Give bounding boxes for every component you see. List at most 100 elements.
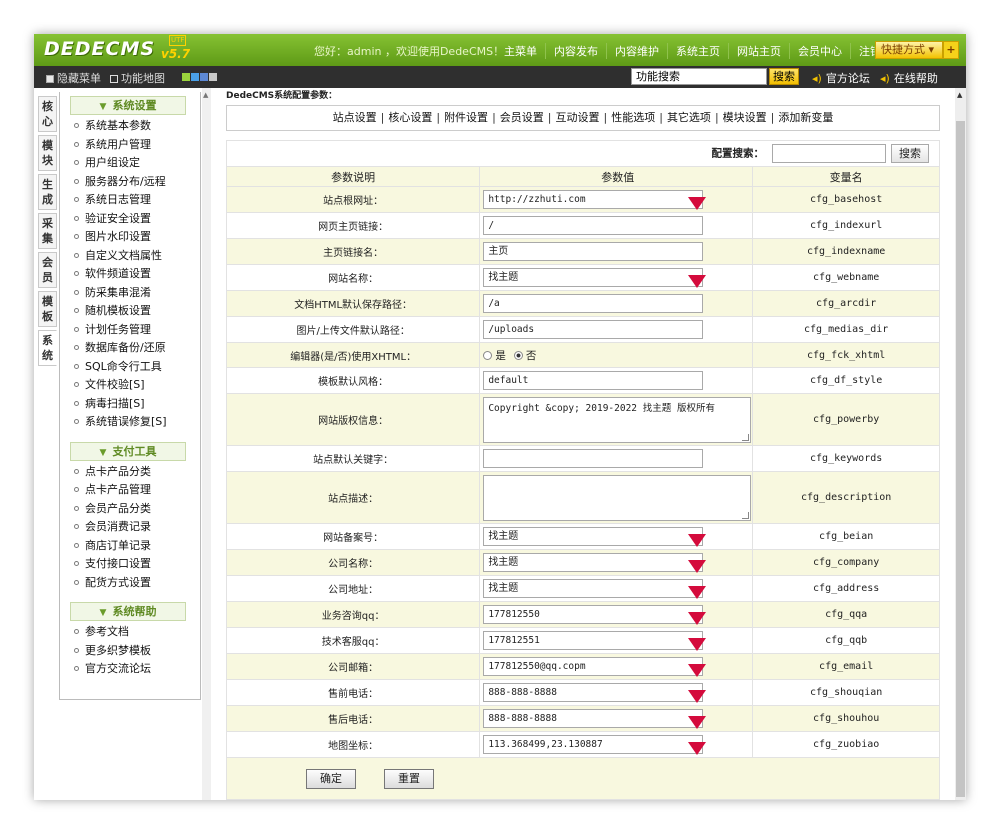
scroll-up-icon[interactable]: ▲	[957, 91, 962, 99]
config-search-button[interactable]: 搜索	[891, 144, 929, 163]
top-nav-item[interactable]: 主菜单	[496, 43, 545, 59]
param-value-cell: 888-888-8888	[479, 679, 754, 706]
menu-item[interactable]: 验证安全设置	[60, 210, 200, 229]
left-tab[interactable]: 核心	[38, 96, 57, 132]
view-icon-blue[interactable]	[191, 73, 199, 81]
left-tab[interactable]: 生成	[38, 174, 57, 210]
config-tab[interactable]: 站点设置	[333, 111, 377, 124]
param-input[interactable]	[483, 449, 704, 468]
config-tab[interactable]: 性能选项	[611, 111, 655, 124]
config-tab[interactable]: 互动设置	[556, 111, 600, 124]
menu-item[interactable]: 会员消费记录	[60, 518, 200, 537]
menu-item[interactable]: 官方交流论坛	[60, 660, 200, 679]
param-input[interactable]: 888-888-8888	[483, 709, 707, 729]
menu-item[interactable]: 病毒扫描[S]	[60, 395, 200, 414]
menu-scrollbar[interactable]: ▲	[202, 88, 211, 800]
param-input[interactable]: 找主题	[483, 268, 707, 288]
top-nav-item[interactable]: 内容发布	[545, 43, 606, 59]
menu-item[interactable]: 软件频道设置	[60, 265, 200, 284]
param-input[interactable]: http://zzhuti.com	[483, 190, 707, 210]
forum-link[interactable]: ◂) 官方论坛	[812, 70, 870, 86]
param-input[interactable]: /	[483, 216, 704, 235]
param-input[interactable]: 找主题	[483, 553, 707, 573]
param-input[interactable]: 888-888-8888	[483, 683, 707, 703]
top-nav-item[interactable]: 网站主页	[728, 43, 789, 59]
menu-section-header[interactable]: ▼ 系统帮助	[70, 602, 186, 621]
quick-add-button[interactable]: +	[943, 41, 959, 59]
menu-item[interactable]: 图片水印设置	[60, 228, 200, 247]
param-input[interactable]: /uploads	[483, 320, 704, 339]
left-tab[interactable]: 模板	[38, 291, 57, 327]
left-tab[interactable]: 会员	[38, 252, 57, 288]
view-icon-green[interactable]	[182, 73, 190, 81]
menu-item[interactable]: 随机模板设置	[60, 302, 200, 321]
menu-item[interactable]: 点卡产品管理	[60, 481, 200, 500]
func-map-link[interactable]: 功能地图	[110, 70, 165, 86]
menu-item[interactable]: 更多织梦模板	[60, 642, 200, 661]
ok-button[interactable]: 确定	[306, 769, 356, 789]
menu-item[interactable]: 系统基本参数	[60, 117, 200, 136]
chevron-down-icon: ▼	[99, 447, 107, 458]
menu-item[interactable]: 支付接口设置	[60, 555, 200, 574]
param-input[interactable]: 找主题	[483, 527, 707, 547]
menu-item[interactable]: 系统错误修复[S]	[60, 413, 200, 432]
scroll-thumb[interactable]	[956, 121, 965, 797]
menu-item[interactable]: 点卡产品分类	[60, 463, 200, 482]
left-tab[interactable]: 模块	[38, 135, 57, 171]
function-search-button[interactable]: 搜索	[769, 68, 799, 85]
view-icon-blue2[interactable]	[200, 73, 208, 81]
help-link[interactable]: ◂) 在线帮助	[880, 70, 938, 86]
top-nav-item[interactable]: 系统主页	[667, 43, 728, 59]
config-tab[interactable]: 模块设置	[723, 111, 767, 124]
top-nav-item[interactable]: 会员中心	[789, 43, 850, 59]
content-scrollbar[interactable]: ▲	[955, 88, 966, 800]
menu-item[interactable]: 计划任务管理	[60, 321, 200, 340]
config-tab[interactable]: 附件设置	[444, 111, 488, 124]
param-input[interactable]: 177812550@qq.copm	[483, 657, 707, 677]
param-input[interactable]: 找主题	[483, 579, 707, 599]
menu-section-header[interactable]: ▼ 系统设置	[70, 96, 186, 115]
menu-item[interactable]: 数据库备份/还原	[60, 339, 200, 358]
radio-button[interactable]	[513, 350, 523, 360]
menu-item[interactable]: 服务器分布/远程	[60, 173, 200, 192]
param-label: 业务咨询qq：	[225, 601, 481, 628]
menu-item[interactable]: 配货方式设置	[60, 574, 200, 593]
menu-item[interactable]: 系统用户管理	[60, 136, 200, 155]
config-tab[interactable]: 其它选项	[667, 111, 711, 124]
menu-item[interactable]: 会员产品分类	[60, 500, 200, 519]
menu-item[interactable]: 商店订单记录	[60, 537, 200, 556]
menu-item[interactable]: 用户组设定	[60, 154, 200, 173]
param-input[interactable]: /a	[483, 294, 704, 313]
param-input[interactable]: 113.368499,23.130887	[483, 735, 707, 755]
menu-section-header[interactable]: ▼ 支付工具	[70, 441, 186, 461]
param-input[interactable]: 主页	[483, 242, 704, 261]
radio-button[interactable]	[483, 350, 493, 360]
menu-item[interactable]: 防采集串混淆	[60, 284, 200, 303]
quick-access-dropdown[interactable]: 快捷方式 ▾	[875, 41, 943, 59]
param-textarea[interactable]: Copyright &copy; 2019-2022 找主题 版权所有	[483, 396, 752, 443]
param-input[interactable]: 177812550	[483, 605, 707, 625]
menu-item[interactable]: 系统日志管理	[60, 191, 200, 210]
menu-item[interactable]: 参考文档	[60, 623, 200, 642]
function-search-input[interactable]: 功能搜索	[631, 68, 767, 85]
reset-button[interactable]: 重置	[384, 769, 434, 789]
left-tab[interactable]: 采集	[38, 213, 57, 249]
hide-menu-link[interactable]: 隐藏菜单	[46, 70, 101, 86]
param-textarea[interactable]	[483, 474, 752, 521]
view-switch-icons[interactable]	[182, 73, 217, 81]
param-var-name: cfg_address	[752, 575, 940, 602]
param-input[interactable]: 177812551	[483, 631, 707, 651]
config-tab[interactable]: 核心设置	[388, 111, 432, 124]
menu-item[interactable]: 自定义文档属性	[60, 247, 200, 266]
top-nav-item[interactable]: 内容维护	[606, 43, 667, 59]
red-arrow-icon	[688, 716, 707, 729]
view-icon-gray[interactable]	[209, 73, 217, 81]
param-input[interactable]: default	[483, 371, 704, 390]
config-search-input[interactable]	[772, 144, 886, 163]
left-tab[interactable]: 系统	[38, 330, 57, 366]
config-tab[interactable]: 添加新变量	[778, 111, 833, 124]
menu-item[interactable]: SQL命令行工具	[60, 358, 200, 377]
menu-item[interactable]: 文件校验[S]	[60, 376, 200, 395]
config-tab[interactable]: 会员设置	[500, 111, 544, 124]
scroll-up-icon[interactable]: ▲	[203, 91, 208, 99]
